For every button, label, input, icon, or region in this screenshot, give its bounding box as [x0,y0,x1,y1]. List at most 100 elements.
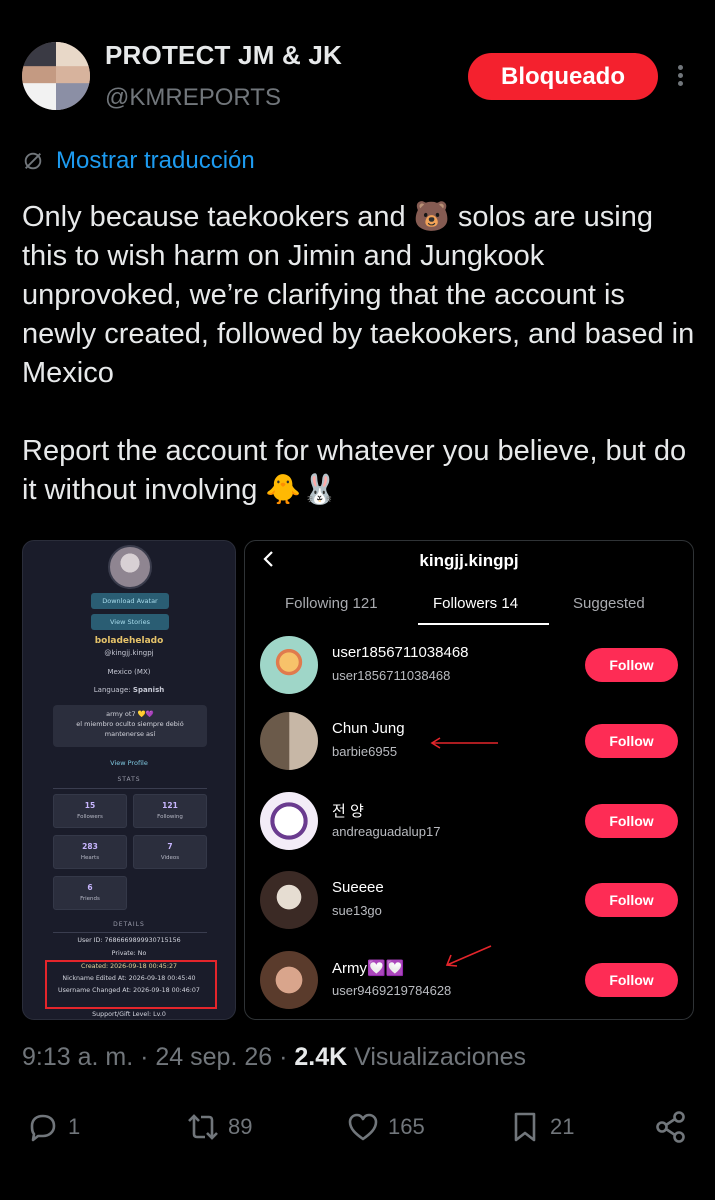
follow-button: Follow [585,648,678,682]
tab-suggested: Suggested [573,595,645,612]
detail-support-level: Support/Gift Level: Lv.0 [92,1011,166,1018]
share-icon [656,1111,685,1143]
followers-page-title: kingjj.kingpj [419,551,519,570]
heart-icon [348,1113,378,1141]
follower-name: user1856711038468 [332,644,469,661]
bookmark-icon [514,1112,536,1142]
stats-divider [53,788,207,789]
follower-id: user1856711038468 [332,668,451,683]
author-handle[interactable]: @KMREPORTS [105,84,281,112]
stat-card-following: 121 Following [133,794,207,828]
follower-id: user9469219784628 [332,983,452,998]
share-button[interactable] [654,1110,688,1144]
follower-name: Chun Jung [332,720,405,737]
stat-value: 15 [84,801,96,810]
follower-row: Army💟💟 user9469219784628 Follow [245,945,693,1019]
stat-label: Videos [160,855,180,861]
tab-followers: Followers 14 [433,595,519,612]
media-image-profile-details[interactable]: Download Avatar View Stories boladehelad… [22,540,236,1020]
detail-private: Private: No [111,950,147,957]
tweet-time[interactable]: 9:13 a. m. [22,1043,133,1071]
detail-created: Created: 2026-09-18 00:45:27 [81,963,177,970]
stats-heading: STATS [117,776,141,783]
blocked-button[interactable]: Bloqueado [468,53,658,100]
details-heading: DETAILS [113,921,145,928]
profile-location: Mexico (MX) [107,668,151,676]
views-label: Visualizaciones [354,1043,527,1071]
repost-icon [188,1114,218,1140]
profile-language: Language: Spanish [23,686,235,694]
profile-avatar [108,545,152,589]
followers-tabs: Following 121 Followers 14 Suggested [245,593,693,627]
follower-avatar [260,951,318,1009]
follower-avatar [260,712,318,770]
detail-user-id: User ID: 7686669899930715156 [77,937,181,944]
show-translation-link[interactable]: Mostrar traducción [22,147,255,175]
tweet-paragraph-2: Report the account for whatever you beli… [22,435,695,506]
avatar-left-person [22,42,56,110]
username-changed-label: Username Changed At: [58,987,132,994]
author-avatar[interactable] [22,42,90,110]
like-count: 165 [388,1114,425,1139]
reply-count: 1 [68,1114,81,1139]
tab-following: Following 121 [285,595,378,612]
stat-card-friends: 6 Friends [53,876,127,910]
bio-line-2: el miembro oculto siempre debió [76,720,184,728]
red-arrow-annotation [445,945,492,967]
tweet-date[interactable]: 24 sep. 26 [155,1043,272,1071]
language-label: Language: [93,686,131,694]
follower-row: Chun Jung barbie6955 Follow [245,712,693,782]
stat-label: Hearts [80,855,100,861]
detail-nickname-edited: Nickname Edited At: 2026-09-18 00:45:40 [62,975,196,982]
stat-value: 283 [82,842,98,851]
follower-avatar [260,871,318,929]
show-translation-label: Mostrar traducción [56,147,255,174]
profile-display-name: boladehelado [94,636,164,646]
follow-button: Follow [585,804,678,838]
tweet-actions-bar: 1 89 165 21 [0,1110,715,1150]
stat-value: 7 [167,842,173,851]
bio-line-1: army ot7 💛💜 [106,710,154,718]
follower-name: Army💟💟 [332,960,405,977]
reply-button[interactable]: 1 [26,1110,80,1144]
follower-name: Sueeee [332,879,384,896]
detail-username-changed: Username Changed At: 2026-09-18 00:46:07 [23,987,235,994]
download-avatar-button: Download Avatar [91,593,169,609]
stat-card-followers: 15 Followers [53,794,127,828]
view-stories-button: View Stories [91,614,169,630]
author-name[interactable]: PROTECT JM & JK [105,40,342,71]
profile-bio: army ot7 💛💜 el miembro oculto siempre de… [53,705,207,747]
view-profile-link: View Profile [110,759,148,767]
profile-username: @kingjj.kingpj [104,649,154,657]
follower-id: sue13go [332,903,382,918]
like-button[interactable]: 165 [346,1110,425,1144]
vertical-dots-icon[interactable] [670,62,690,92]
tweet-paragraph-1: Only because taekookers and 🐻 solos are … [22,201,703,389]
details-divider [53,932,207,933]
follower-id: andreaguadalup17 [332,824,441,839]
avatar-right-person [56,42,90,110]
username-changed-value: 2026-09-18 00:46:07 [133,987,200,994]
stat-card-hearts: 283 Hearts [53,835,127,869]
stat-value: 121 [162,801,178,810]
bookmark-count: 21 [550,1114,575,1139]
follow-button: Follow [585,724,678,758]
repost-count: 89 [228,1114,253,1139]
media-image-followers-list[interactable]: kingjj.kingpj Following 121 Followers 14… [244,540,694,1020]
stat-card-videos: 7 Videos [133,835,207,869]
reply-icon [30,1114,56,1142]
tweet-meta: 9:13 a. m. · 24 sep. 26 · 2.4K Visualiza… [22,1043,527,1071]
follower-row: user1856711038468 user1856711038468 Foll… [245,636,693,706]
follower-id: barbie6955 [332,744,398,759]
repost-button[interactable]: 89 [186,1110,252,1144]
bookmark-button[interactable]: 21 [508,1110,574,1144]
stat-label: Friends [80,896,100,902]
red-arrow-annotation [430,737,498,749]
stat-value: 6 [87,883,93,892]
language-value: Spanish [132,686,165,694]
active-tab-indicator [418,623,549,625]
follower-name: 전 양 [332,803,364,820]
follow-button: Follow [585,963,678,997]
stat-label: Followers [77,814,103,820]
globe-slash-icon [24,152,42,170]
